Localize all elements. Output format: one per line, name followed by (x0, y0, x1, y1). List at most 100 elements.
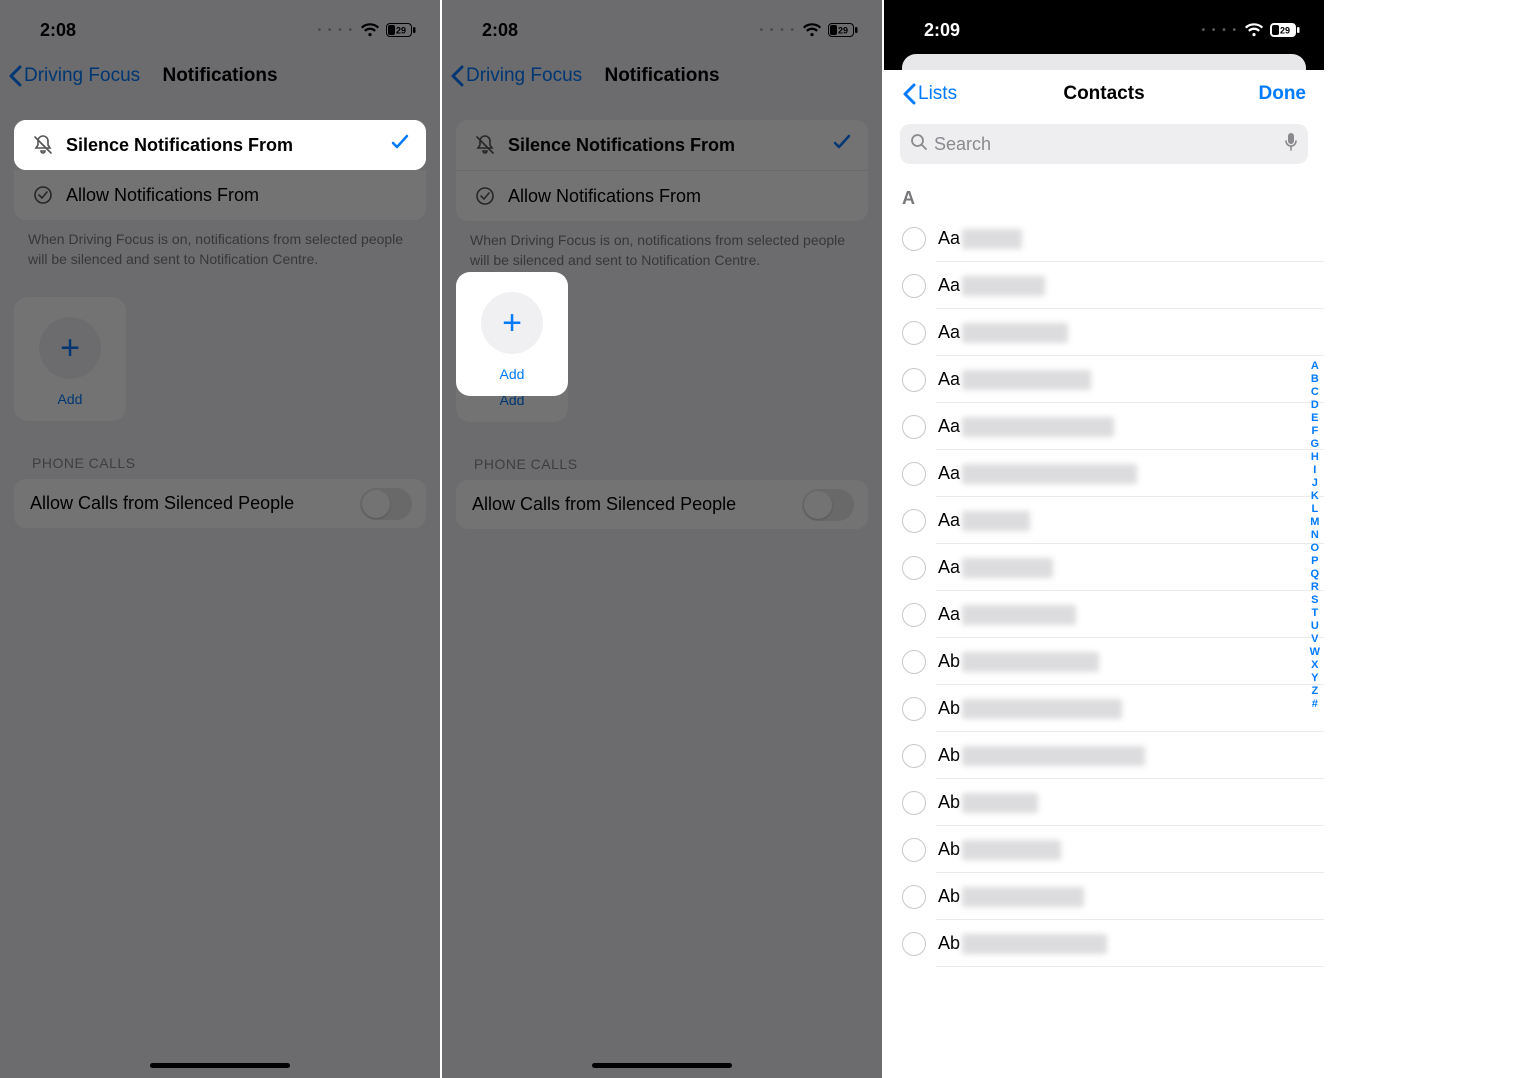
battery-icon: 29 (386, 23, 416, 37)
contact-row[interactable]: Aa (884, 497, 1324, 544)
alpha-letter[interactable]: L (1311, 503, 1318, 515)
alpha-letter[interactable]: H (1311, 451, 1319, 463)
radio-unselected[interactable] (902, 274, 926, 298)
radio-unselected[interactable] (902, 791, 926, 815)
back-button[interactable]: Driving Focus (8, 65, 140, 87)
allow-option-row[interactable]: Allow Notifications From (14, 170, 426, 220)
radio-unselected[interactable] (902, 368, 926, 392)
mic-icon[interactable] (1284, 132, 1298, 157)
radio-unselected[interactable] (902, 650, 926, 674)
back-button[interactable]: Driving Focus (450, 65, 582, 87)
alpha-index[interactable]: ABCDEFGHIJKLMNOPQRSTUVWXYZ# (1310, 360, 1320, 710)
silence-label: Silence Notifications From (508, 135, 735, 156)
alpha-letter[interactable]: O (1311, 542, 1320, 554)
plus-icon: + (39, 317, 101, 379)
contact-name: Aa (938, 604, 1076, 625)
allow-option-row[interactable]: Allow Notifications From (456, 171, 868, 221)
radio-unselected[interactable] (902, 415, 926, 439)
alpha-letter[interactable]: D (1311, 399, 1319, 411)
silence-highlight[interactable]: Silence Notifications From (14, 120, 426, 170)
alpha-letter[interactable]: Q (1311, 568, 1320, 580)
contacts-list[interactable]: AaAaAaAaAaAaAaAaAaAbAbAbAbAbAbAb (884, 215, 1324, 967)
contact-row[interactable]: Aa (884, 403, 1324, 450)
alpha-letter[interactable]: K (1311, 490, 1319, 502)
done-button[interactable]: Done (1259, 83, 1307, 105)
sheet-behind (884, 54, 1324, 70)
alpha-letter[interactable]: E (1311, 412, 1318, 424)
alpha-letter[interactable]: S (1311, 594, 1318, 606)
contact-row[interactable]: Aa (884, 262, 1324, 309)
search-input[interactable]: Search (900, 124, 1308, 164)
radio-unselected[interactable] (902, 932, 926, 956)
radio-unselected[interactable] (902, 462, 926, 486)
alpha-letter[interactable]: A (1311, 360, 1319, 372)
contact-row[interactable]: Aa (884, 356, 1324, 403)
contact-row[interactable]: Ab (884, 920, 1324, 967)
contact-row[interactable]: Ab (884, 826, 1324, 873)
alpha-letter[interactable]: I (1313, 464, 1316, 476)
radio-unselected[interactable] (902, 603, 926, 627)
allow-calls-row[interactable]: Allow Calls from Silenced People (456, 480, 868, 529)
contacts-nav: Lists Contacts Done (884, 70, 1324, 118)
contact-row[interactable]: Aa (884, 544, 1324, 591)
lists-back-button[interactable]: Lists (902, 83, 957, 105)
alpha-letter[interactable]: Z (1311, 685, 1318, 697)
contacts-title: Contacts (1063, 83, 1144, 105)
contact-row[interactable]: Aa (884, 215, 1324, 262)
radio-unselected[interactable] (902, 838, 926, 862)
contact-row[interactable]: Aa (884, 591, 1324, 638)
silence-option-row[interactable]: Silence Notifications From (456, 120, 868, 171)
radio-unselected[interactable] (902, 697, 926, 721)
alpha-letter[interactable]: Y (1311, 672, 1318, 684)
alpha-letter[interactable]: W (1310, 646, 1320, 658)
nav-title: Notifications (604, 65, 719, 87)
alpha-letter[interactable]: F (1311, 425, 1318, 437)
section-footer: When Driving Focus is on, notifications … (442, 221, 882, 270)
allow-calls-row[interactable]: Allow Calls from Silenced People (14, 479, 426, 528)
alpha-letter[interactable]: C (1311, 386, 1319, 398)
add-label: Add (26, 391, 114, 407)
battery-icon: 29 (828, 23, 858, 37)
toggle-switch[interactable] (802, 489, 854, 521)
contact-row[interactable]: Aa (884, 450, 1324, 497)
allow-label: Allow Notifications From (66, 185, 259, 206)
contact-name: Ab (938, 698, 1122, 719)
alpha-letter[interactable]: R (1311, 581, 1319, 593)
alpha-letter[interactable]: # (1312, 698, 1318, 710)
nav-bar: Driving Focus Notifications (442, 54, 882, 98)
contact-row[interactable]: Ab (884, 638, 1324, 685)
alpha-letter[interactable]: J (1312, 477, 1318, 489)
status-right: • • • • 29 (318, 23, 416, 37)
alpha-letter[interactable]: X (1311, 659, 1318, 671)
contact-row[interactable]: Aa (884, 309, 1324, 356)
contact-row[interactable]: Ab (884, 685, 1324, 732)
radio-unselected[interactable] (902, 556, 926, 580)
alpha-letter[interactable]: T (1311, 607, 1318, 619)
contact-row[interactable]: Ab (884, 732, 1324, 779)
battery-icon: 29 (1270, 23, 1300, 37)
alpha-letter[interactable]: P (1311, 555, 1318, 567)
radio-unselected[interactable] (902, 744, 926, 768)
allow-label: Allow Notifications From (508, 186, 701, 207)
alpha-letter[interactable]: U (1311, 620, 1319, 632)
toggle-switch[interactable] (360, 488, 412, 520)
bell-slash-icon (472, 134, 498, 156)
panel-2: 2:08 • • • • 29 Driving Focus Notificati… (442, 0, 882, 1078)
wifi-icon (1244, 23, 1264, 37)
alpha-letter[interactable]: N (1311, 529, 1319, 541)
plus-icon: + (481, 292, 543, 354)
contact-row[interactable]: Ab (884, 873, 1324, 920)
radio-unselected[interactable] (902, 321, 926, 345)
alpha-letter[interactable]: B (1311, 373, 1319, 385)
add-person-card[interactable]: + Add (14, 297, 126, 421)
badge-check-icon (472, 185, 498, 207)
radio-unselected[interactable] (902, 885, 926, 909)
radio-unselected[interactable] (902, 227, 926, 251)
contact-row[interactable]: Ab (884, 779, 1324, 826)
status-bar: 2:08 • • • • 29 (0, 0, 440, 54)
radio-unselected[interactable] (902, 509, 926, 533)
alpha-letter[interactable]: G (1311, 438, 1320, 450)
alpha-letter[interactable]: V (1311, 633, 1318, 645)
alpha-letter[interactable]: M (1310, 516, 1319, 528)
add-highlight[interactable]: + Add (456, 272, 568, 396)
